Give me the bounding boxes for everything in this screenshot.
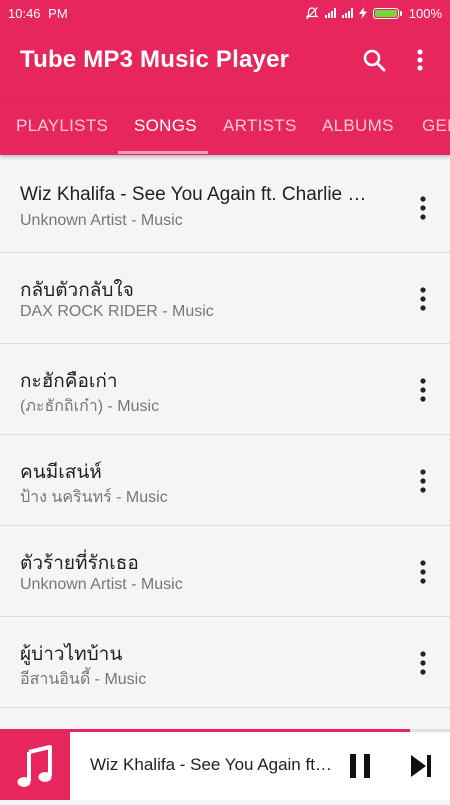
song-row[interactable]: กะฮักคือเก่า (ภะธักถิเก๋า) - Music [0, 344, 450, 435]
song-row[interactable]: ตัวร้ายที่รักเธอ Unknown Artist - Music [0, 526, 450, 617]
search-button[interactable] [354, 40, 394, 80]
song-row[interactable]: คนมีเสน่ห์ ป้าง นครินทร์ - Music [0, 435, 450, 526]
overflow-menu-button[interactable] [400, 40, 440, 80]
more-vert-icon [417, 49, 423, 71]
song-subtitle: อีสานอินดี้ - Music [20, 671, 147, 688]
mini-player[interactable]: Wiz Khalifa - See You Again ft. Charlie … [0, 732, 450, 800]
song-row[interactable]: Wiz Khalifa - See You Again ft. Charlie … [0, 162, 450, 253]
app-bar: Tube MP3 Music Player [0, 26, 450, 98]
song-subtitle: (ภะธักถิเก๋า) - Music [20, 398, 160, 415]
music-note-icon [17, 745, 52, 787]
app-title: Tube MP3 Music Player [20, 46, 290, 73]
tab-indicator [118, 151, 208, 154]
signal-icon [324, 8, 336, 18]
song-title: กะฮักคือเก่า [20, 371, 118, 392]
song-title: ผู้บ่าวไทบ้าน [20, 644, 123, 665]
tab-albums[interactable]: ALBUMS [322, 98, 394, 155]
song-menu-icon[interactable] [410, 554, 436, 590]
battery-level [374, 9, 397, 17]
song-title: Wiz Khalifa - See You Again ft. Charlie … [20, 184, 370, 205]
song-subtitle: ป้าง นครินทร์ - Music [20, 489, 168, 506]
search-icon [363, 49, 386, 72]
charging-icon [358, 7, 367, 19]
skip-next-icon [411, 755, 431, 777]
next-track-button[interactable] [403, 748, 439, 784]
song-title: ตัวร้ายที่รักเธอ [20, 553, 139, 574]
song-menu-icon[interactable] [410, 190, 436, 226]
status-clock: 10:46 [8, 5, 41, 21]
pause-icon [350, 754, 370, 778]
tab-playlists[interactable]: PLAYLISTS [16, 98, 108, 155]
battery-percent: 100% [408, 5, 442, 21]
song-subtitle: DAX ROCK RIDER - Music [20, 303, 214, 320]
song-menu-icon[interactable] [410, 372, 436, 408]
song-row[interactable]: ผู้บ่าวไทบ้าน อีสานอินดี้ - Music [0, 617, 450, 708]
status-bar: 10:46 PM 100% [0, 0, 450, 26]
battery-icon [372, 7, 402, 19]
tab-artists[interactable]: ARTISTS [223, 98, 297, 155]
tab-bar: PLAYLISTS SONGS ARTISTS ALBUMS GEN [0, 98, 450, 155]
status-icons: 100% [305, 6, 442, 21]
pause-button[interactable] [342, 748, 378, 784]
status-time: 10:46 PM [8, 6, 68, 21]
tab-songs[interactable]: SONGS [134, 98, 197, 155]
song-menu-icon[interactable] [410, 281, 436, 317]
signal-2-icon [341, 8, 353, 18]
song-title: กลับตัวกลับใจ [20, 280, 134, 301]
song-subtitle: Unknown Artist - Music [20, 212, 183, 229]
mute-icon [305, 6, 319, 19]
album-art[interactable] [0, 732, 70, 800]
tab-genres[interactable]: GEN [422, 98, 450, 155]
song-list: Wiz Khalifa - See You Again ft. Charlie … [0, 162, 450, 708]
status-ampm: PM [48, 5, 68, 21]
song-title: คนมีเสน่ห์ [20, 462, 102, 483]
song-subtitle: Unknown Artist - Music [20, 576, 183, 593]
song-menu-icon[interactable] [410, 463, 436, 499]
song-row[interactable]: กลับตัวกลับใจ DAX ROCK RIDER - Music [0, 253, 450, 344]
song-menu-icon[interactable] [410, 645, 436, 681]
now-playing-title: Wiz Khalifa - See You Again ft. Charlie … [90, 755, 335, 774]
